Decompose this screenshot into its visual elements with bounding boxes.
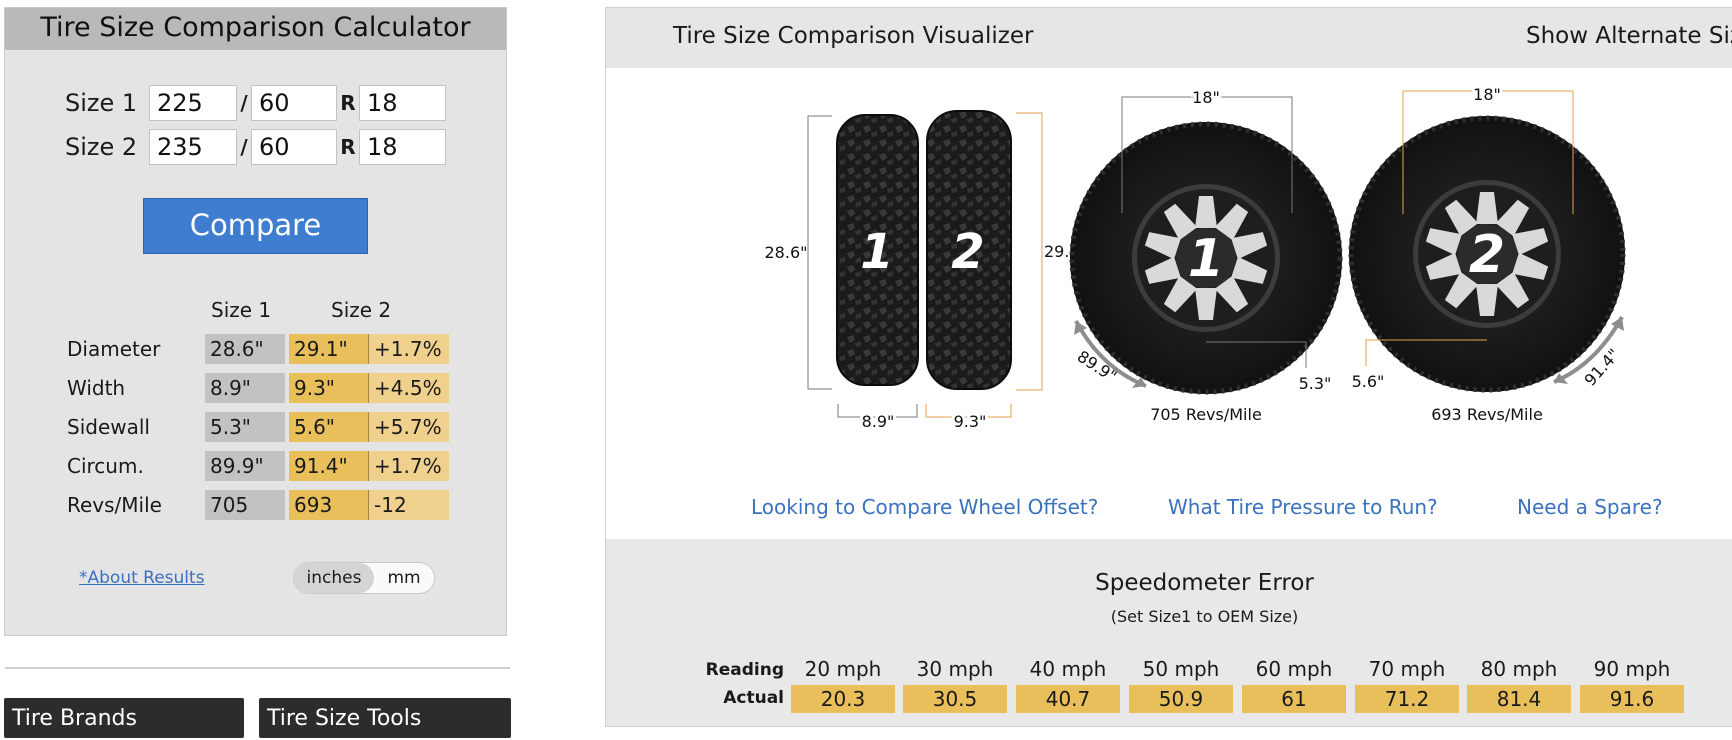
speed-reading: 80 mph [1480,657,1558,681]
size1-row: Size 1 225 / 60 R 18 [65,84,446,122]
speed-reading: 60 mph [1255,657,1333,681]
wheel2-front-view: 2 [1348,115,1626,393]
results-row-width: Width 8.9" 9.3" +4.5% [67,373,449,403]
size2-construction: R [340,135,356,159]
size1-aspect-input[interactable]: 60 [251,85,337,121]
speedometer-title: Speedometer Error [1095,570,1314,596]
speedometer-error-section: Speedometer Error (Set Size1 to OEM Size… [606,539,1732,726]
tire-illustration: 1 2 28.6" 29.1" 8.9" 9.3" 1 18" 5.3" 89.… [765,82,1626,434]
speed-reading: 30 mph [916,657,994,681]
results-diff-value: +1.7% [369,451,449,481]
tire-brands-button[interactable]: Tire Brands [4,698,244,738]
wheel2-sidewall-label: 5.6" [1352,372,1385,391]
size2-label: Size 2 [65,133,138,161]
results-row-sidewall: Sidewall 5.3" 5.6" +5.7% [67,412,449,442]
speed-reading: 40 mph [1029,657,1107,681]
speed-actual: 50.9 [1129,685,1233,713]
results-size2-value: 5.6" [289,412,369,442]
visualizer-stage: 1 2 28.6" 29.1" 8.9" 9.3" 1 18" 5.3" 89.… [606,68,1732,539]
size1-construction: R [340,91,356,115]
results-row-diameter: Diameter 28.6" 29.1" +1.7% [67,334,449,364]
compare-wheel-offset-link[interactable]: Looking to Compare Wheel Offset? [751,495,1098,519]
size2-row: Size 2 235 / 60 R 18 [65,128,446,166]
compare-button[interactable]: Compare [143,198,368,254]
results-size2-value: 693 [289,490,369,520]
results-size1-value: 5.3" [205,412,285,442]
speed-actual: 71.2 [1355,685,1459,713]
results-diff-value: -12 [369,490,449,520]
need-a-spare-link[interactable]: Need a Spare? [1517,495,1663,519]
actual-label: Actual [723,688,784,708]
about-results-link[interactable]: *About Results [79,568,205,588]
wheel2-number: 2 [1469,225,1505,285]
tire2-side-view: 2 [926,110,1012,390]
speed-actual: 91.6 [1580,685,1684,713]
results-header-size1: Size 1 [211,298,272,322]
units-toggle[interactable]: inches mm [293,562,435,594]
speed-reading: 20 mph [804,657,882,681]
size2-slash: / [240,135,248,159]
tire1-width-label: 8.9" [862,412,895,431]
show-alternate-size-link[interactable]: Show Alternate Size [1526,23,1732,49]
tire-size-tools-button[interactable]: Tire Size Tools [259,698,511,738]
speed-actual: 30.5 [903,685,1007,713]
size1-slash: / [240,91,248,115]
wheel2-rim-label: 18" [1473,85,1501,104]
results-diff-value: +5.7% [369,412,449,442]
results-size1-value: 28.6" [205,334,285,364]
size1-rim-input[interactable]: 18 [359,85,446,121]
wheel1-number: 1 [1188,229,1224,289]
wheel1-sidewall-label: 5.3" [1299,374,1332,393]
speed-reading: 70 mph [1368,657,1446,681]
results-size2-value: 91.4" [289,451,369,481]
results-header-size2: Size 2 [331,298,392,322]
speed-actual: 61 [1242,685,1346,713]
tire1-side-view: 1 [836,114,919,386]
tire2-width-label: 9.3" [954,412,987,431]
visualizer-title: Tire Size Comparison Visualizer [673,23,1034,49]
results-row-label: Width [67,376,126,400]
results-diff-value: +1.7% [369,334,449,364]
wheel2-circum-label: 91.4" [1580,345,1623,390]
calculator-title: Tire Size Comparison Calculator [5,8,506,50]
size1-width-input[interactable]: 225 [149,85,237,121]
size2-width-input[interactable]: 235 [149,129,237,165]
speed-actual: 40.7 [1016,685,1120,713]
results-diff-value: +4.5% [369,373,449,403]
reading-label: Reading [705,660,784,680]
tire1-side-number: 1 [860,224,893,280]
results-size2-value: 9.3" [289,373,369,403]
results-row-label: Diameter [67,337,161,361]
tire1-diameter-label: 28.6" [765,243,808,262]
tire2-side-number: 2 [951,224,984,280]
tire-pressure-link[interactable]: What Tire Pressure to Run? [1168,495,1438,519]
results-row-revs: Revs/Mile 705 693 -12 [67,490,449,520]
wheel2-revs-label: 693 Revs/Mile [1431,405,1543,424]
calculator-panel: Tire Size Comparison Calculator Size 1 2… [4,7,507,636]
speed-actual: 81.4 [1467,685,1571,713]
results-row-label: Revs/Mile [67,493,162,517]
results-size2-value: 29.1" [289,334,369,364]
wheel1-rim-label: 18" [1192,88,1220,107]
results-size1-value: 89.9" [205,451,285,481]
visualizer-header: Tire Size Comparison Visualizer Show Alt… [606,8,1732,68]
speed-actual: 20.3 [791,685,895,713]
results-row-circumference: Circum. 89.9" 91.4" +1.7% [67,451,449,481]
speed-reading: 50 mph [1142,657,1220,681]
size2-aspect-input[interactable]: 60 [251,129,337,165]
results-size1-value: 705 [205,490,285,520]
wheel1-front-view: 1 [1069,121,1343,395]
speedometer-subtitle: (Set Size1 to OEM Size) [1110,607,1299,626]
speed-reading: 90 mph [1593,657,1671,681]
results-size1-value: 8.9" [205,373,285,403]
units-mm-option[interactable]: mm [374,563,434,593]
visualizer-panel: Tire Size Comparison Visualizer Show Alt… [605,7,1732,727]
units-inches-option[interactable]: inches [294,563,374,593]
results-row-label: Circum. [67,454,144,478]
wheel1-revs-label: 705 Revs/Mile [1150,405,1262,424]
size1-label: Size 1 [65,89,138,117]
left-divider [5,667,510,669]
size2-rim-input[interactable]: 18 [359,129,446,165]
results-row-label: Sidewall [67,415,150,439]
